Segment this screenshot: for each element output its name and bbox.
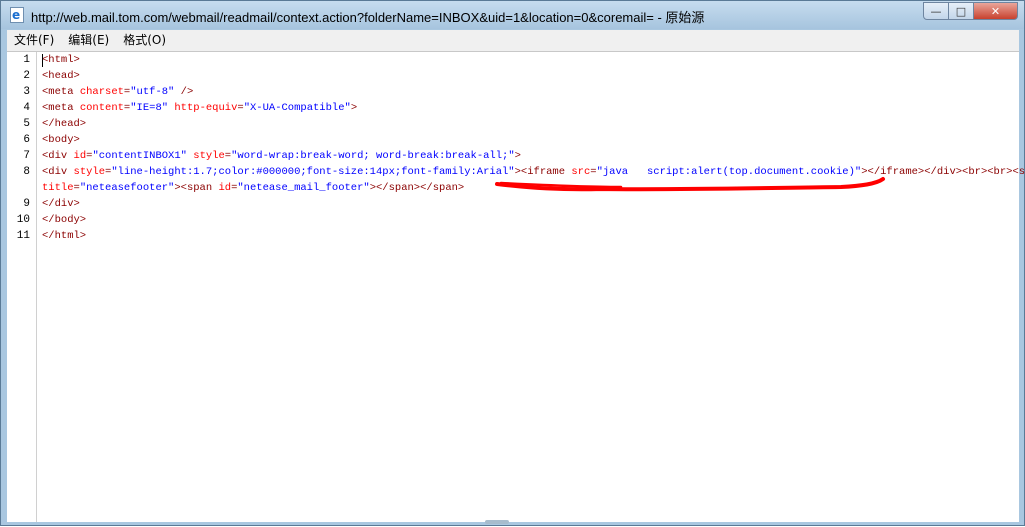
code-tag-token: <html> xyxy=(42,54,80,66)
view-source-window: e http://web.mail.tom.com/webmail/readma… xyxy=(0,0,1025,526)
code-tag-token: > xyxy=(350,102,358,114)
code-line: <div style="line-height:1.7;color:#00000… xyxy=(42,164,1025,180)
code-line: <meta charset="utf-8" /> xyxy=(42,84,193,100)
code-tag-token: <div xyxy=(42,166,74,178)
code-value-token: "utf-8" xyxy=(130,86,175,98)
code-line: title="neteasefooter"><span id="netease_… xyxy=(42,180,464,196)
menu-format[interactable]: 格式(O) xyxy=(116,30,173,51)
code-tag-token: </div><br><br><span xyxy=(924,166,1025,178)
code-line: </html> xyxy=(42,228,86,244)
code-attr-token: style xyxy=(193,150,225,162)
code-line: <meta content="IE=8" http-equiv="X-UA-Co… xyxy=(42,100,357,116)
code-attr-token: title xyxy=(42,182,74,194)
line-number: 4 xyxy=(23,102,30,114)
code-tag-token: ><span xyxy=(174,182,219,194)
window-controls: — □ ✕ xyxy=(923,2,1018,20)
code-value-token: "IE=8" xyxy=(130,102,169,114)
minimize-button[interactable]: — xyxy=(923,2,949,20)
resize-grip[interactable] xyxy=(485,520,509,524)
code-tag-token: </head> xyxy=(42,118,87,130)
code-tag-token: <meta xyxy=(42,86,80,98)
code-tag-token: <div xyxy=(42,150,74,162)
code-attr-token: http-equiv xyxy=(174,102,238,114)
code-line: </body> xyxy=(42,212,86,228)
code-tag-token: > xyxy=(514,150,521,162)
line-number: 6 xyxy=(23,134,30,146)
window-title: http://web.mail.tom.com/webmail/readmail… xyxy=(31,10,705,25)
code-attr-token: src xyxy=(571,166,591,178)
code-value-token: "line-height:1.7;color:#000000;font-size… xyxy=(111,166,515,178)
code-value-token: "X-UA-Compatible" xyxy=(243,102,351,114)
line-number: 7 xyxy=(23,150,30,162)
code-line: <html> xyxy=(42,52,80,68)
line-number: 10 xyxy=(16,214,30,226)
code-value-token: "word-wrap:break-word; word-break:break-… xyxy=(231,150,515,162)
code-line: </div> xyxy=(42,196,80,212)
code-tag-token: </body> xyxy=(42,214,87,226)
ie-page-icon: e xyxy=(10,7,24,23)
code-attr-token: charset xyxy=(79,86,124,98)
menu-edit[interactable]: 编辑(E) xyxy=(61,30,116,51)
code-tag-token: </html> xyxy=(42,230,87,242)
code-tag-token: ></span></span> xyxy=(369,182,465,194)
code-tag-token: <iframe xyxy=(520,166,572,178)
code-attr-token: id xyxy=(218,182,232,194)
code-line: </head> xyxy=(42,116,86,132)
source-editor[interactable]: 1 2 3 4 5 6 7 8 9 10 11 <html> <head> <meta charset=… xyxy=(7,51,1025,522)
code-attr-token: style xyxy=(73,166,106,178)
code-line: <div id="contentINBOX1" style="word-wrap… xyxy=(42,148,521,164)
title-bar[interactable]: e http://web.mail.tom.com/webmail/readma… xyxy=(1,1,1024,29)
text-caret xyxy=(42,54,43,67)
close-button[interactable]: ✕ xyxy=(974,2,1018,20)
code-value-token: "neteasefooter" xyxy=(79,182,175,194)
line-number: 8 xyxy=(23,166,30,178)
code-tag-token: <body> xyxy=(42,134,80,146)
code-line: <head> xyxy=(42,68,80,84)
code-tag-token: /> xyxy=(174,86,194,98)
line-number: 9 xyxy=(23,198,30,210)
maximize-button[interactable]: □ xyxy=(949,2,974,20)
line-number: 2 xyxy=(23,70,30,82)
code-line: <body> xyxy=(42,132,80,148)
code-value-token: "java script:alert(top.document.cookie)" xyxy=(596,166,862,178)
code-value-token: "contentINBOX1" xyxy=(92,150,187,162)
code-tag-token: <meta xyxy=(42,102,80,114)
code-tag-token: <head> xyxy=(42,70,80,82)
line-number: 11 xyxy=(16,230,30,242)
code-attr-token: id xyxy=(73,150,87,162)
menu-bar: 文件(F) 编辑(E) 格式(O) xyxy=(7,30,1019,51)
menu-file[interactable]: 文件(F) xyxy=(7,30,61,51)
code-tag-token: ></iframe> xyxy=(861,166,925,178)
line-number: 1 xyxy=(23,54,30,66)
code-value-token: "netease_mail_footer" xyxy=(237,182,370,194)
line-number: 3 xyxy=(23,86,30,98)
line-number: 5 xyxy=(23,118,30,130)
code-tag-token: </div> xyxy=(42,198,80,210)
code-attr-token: content xyxy=(79,102,124,114)
line-number-gutter: 1 2 3 4 5 6 7 8 9 10 11 xyxy=(7,52,37,522)
